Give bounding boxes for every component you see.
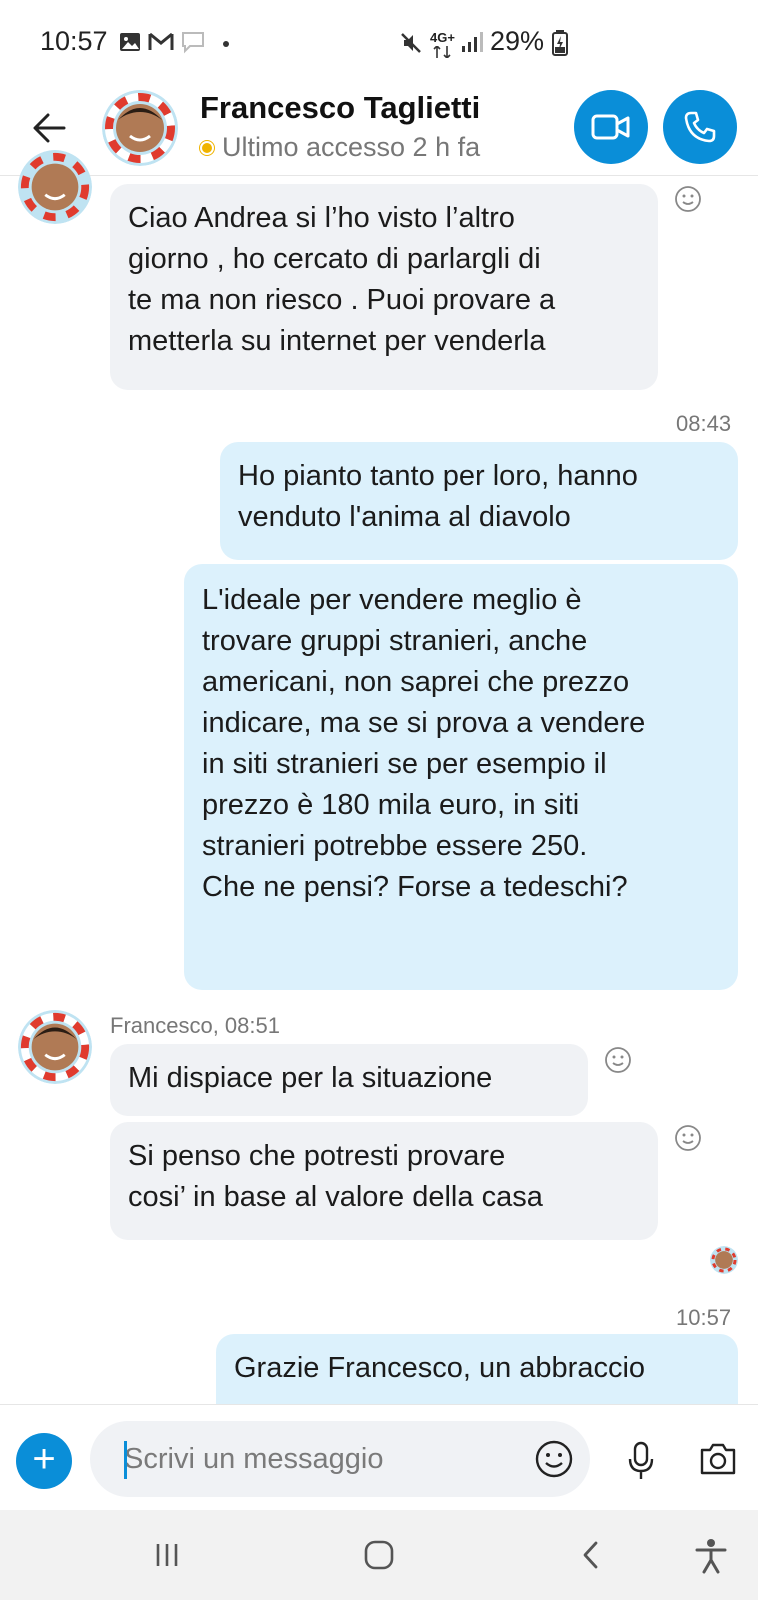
message-input[interactable] bbox=[90, 1421, 590, 1497]
contact-name[interactable]: Francesco Taglietti bbox=[200, 90, 480, 126]
back-arrow-icon[interactable] bbox=[28, 106, 72, 150]
message-line: Grazie Francesco, un abbraccio bbox=[234, 1352, 646, 1384]
system-navigation-bar bbox=[0, 1510, 758, 1600]
more-notifications-dot-icon bbox=[223, 41, 229, 47]
message-line: Ho pianto tanto per loro, hanno bbox=[238, 460, 638, 492]
message-composer: + bbox=[0, 1404, 758, 1510]
back-nav-icon[interactable] bbox=[578, 1540, 604, 1570]
video-call-button[interactable] bbox=[574, 90, 648, 164]
battery-percent: 29% bbox=[490, 26, 545, 56]
network-type: 4G+ bbox=[430, 30, 455, 45]
message-line: Ciao Andrea si l’ho visto l’altro bbox=[128, 202, 515, 234]
message-line: Si penso che potresti provare bbox=[128, 1140, 506, 1172]
gmail-notification-icon bbox=[148, 32, 174, 50]
microphone-icon[interactable] bbox=[626, 1441, 656, 1481]
recent-apps-icon[interactable] bbox=[152, 1540, 182, 1570]
smiley-icon[interactable] bbox=[674, 185, 702, 213]
incoming-message[interactable]: Mi dispiace per la situazione bbox=[110, 1044, 588, 1116]
text-cursor bbox=[124, 1441, 127, 1479]
message-line: venduto l'anima al diavolo bbox=[238, 501, 571, 533]
message-line: americani, non saprei che prezzo bbox=[202, 666, 630, 698]
message-line: prezzo è 180 mila euro, in siti bbox=[202, 789, 580, 821]
incoming-message[interactable]: Ciao Andrea si l’ho visto l’altro giorno… bbox=[110, 184, 658, 390]
mute-icon bbox=[401, 33, 421, 53]
video-camera-icon bbox=[591, 114, 630, 140]
plus-icon: + bbox=[32, 1437, 56, 1481]
message-line: giorno , ho cercato di parlargli di bbox=[128, 243, 541, 275]
status-time: 10:57 bbox=[40, 26, 108, 56]
outgoing-message[interactable]: L'ideale per vendere meglio è trovare gr… bbox=[184, 564, 738, 990]
presence-status: Ultimo accesso 2 h fa bbox=[200, 132, 480, 163]
signal-icon bbox=[462, 32, 483, 52]
read-receipt-avatar bbox=[710, 1246, 738, 1274]
sender-and-time: Francesco, 08:51 bbox=[110, 1013, 280, 1038]
presence-text: Ultimo accesso 2 h fa bbox=[222, 132, 481, 162]
message-timestamp: 10:57 bbox=[676, 1305, 732, 1330]
status-bar: 10:57 4G+ 29% bbox=[0, 0, 758, 80]
chat-header: Francesco Taglietti Ultimo accesso 2 h f… bbox=[0, 80, 758, 176]
away-status-icon bbox=[200, 140, 214, 155]
message-line: metterla su internet per venderla bbox=[128, 325, 546, 357]
incoming-message[interactable]: Si penso che potresti provare cosi’ in b… bbox=[110, 1122, 658, 1240]
chat-notification-icon bbox=[182, 32, 204, 54]
message-line: te ma non riesco . Puoi provare a bbox=[128, 284, 556, 316]
audio-call-button[interactable] bbox=[663, 90, 737, 164]
message-line: indicare, ma se si prova a vendere bbox=[202, 707, 646, 739]
contact-avatar[interactable] bbox=[102, 90, 178, 166]
sender-avatar[interactable] bbox=[18, 1010, 92, 1084]
outgoing-message[interactable]: Grazie Francesco, un abbraccio bbox=[216, 1334, 738, 1404]
emoji-icon[interactable] bbox=[534, 1439, 574, 1479]
add-attachment-button[interactable]: + bbox=[16, 1433, 72, 1489]
data-arrows-icon bbox=[433, 46, 451, 58]
gallery-notification-icon bbox=[120, 33, 140, 51]
message-line: stranieri potrebbe essere 250. bbox=[202, 830, 588, 862]
outgoing-message[interactable]: Ho pianto tanto per loro, hanno venduto … bbox=[220, 442, 738, 560]
message-timestamp: 08:43 bbox=[676, 411, 732, 436]
message-line: Che ne pensi? Forse a tedeschi? bbox=[202, 871, 628, 903]
message-line: Mi dispiace per la situazione bbox=[128, 1062, 493, 1094]
smiley-icon[interactable] bbox=[604, 1046, 632, 1074]
battery-charging-icon bbox=[552, 30, 568, 56]
message-line: cosi’ in base al valore della casa bbox=[128, 1181, 543, 1213]
accessibility-icon[interactable] bbox=[694, 1538, 728, 1574]
camera-icon[interactable] bbox=[698, 1441, 738, 1477]
sender-avatar[interactable] bbox=[18, 150, 92, 224]
message-line: in siti stranieri se per esempio il bbox=[202, 748, 607, 780]
message-line: trovare gruppi stranieri, anche bbox=[202, 625, 588, 657]
home-icon[interactable] bbox=[362, 1538, 396, 1572]
smiley-icon[interactable] bbox=[674, 1124, 702, 1152]
message-line: L'ideale per vendere meglio è bbox=[202, 584, 582, 616]
phone-icon bbox=[684, 111, 716, 143]
